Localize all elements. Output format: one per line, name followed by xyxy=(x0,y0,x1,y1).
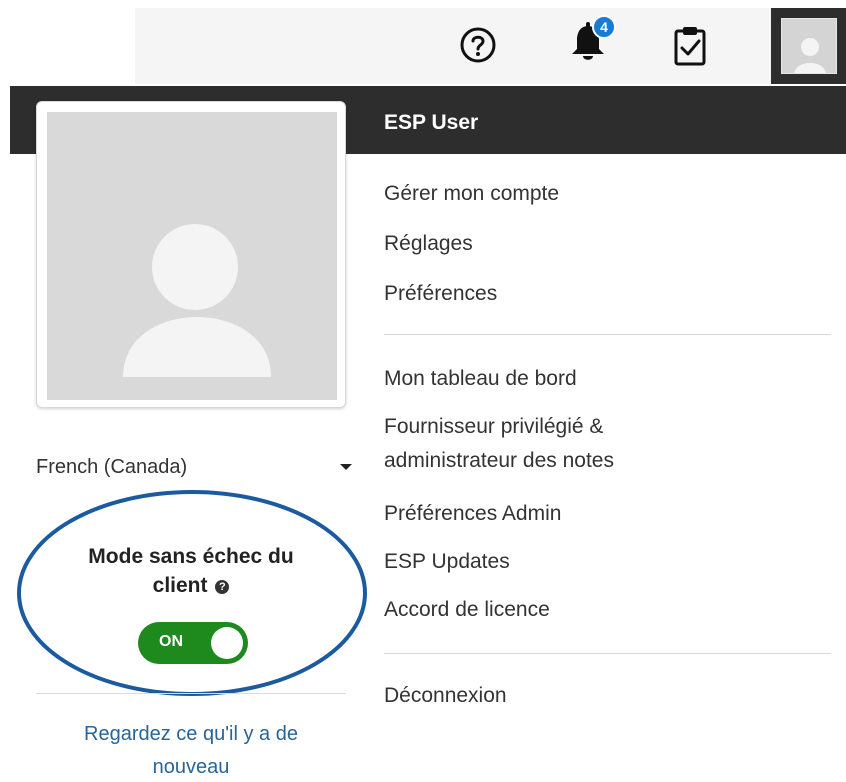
help-icon[interactable] xyxy=(457,24,499,66)
whats-new-link[interactable]: Regardez ce qu'il y a de nouveau xyxy=(36,718,346,782)
user-avatar-button[interactable] xyxy=(771,8,846,84)
menu-item-manage-account[interactable]: Gérer mon compte xyxy=(384,177,559,211)
user-silhouette-icon xyxy=(123,224,271,377)
menu-item-esp-updates[interactable]: ESP Updates xyxy=(384,545,510,579)
help-circle-icon[interactable]: ? xyxy=(215,580,230,594)
menu-item-dashboard[interactable]: Mon tableau de bord xyxy=(384,362,577,396)
menu-item-license[interactable]: Accord de licence xyxy=(384,593,550,627)
username: ESP User xyxy=(384,111,479,134)
user-avatar-icon xyxy=(780,18,837,74)
safe-mode-title: Mode sans échec du client ? xyxy=(88,545,294,597)
top-bar: 4 xyxy=(0,0,846,86)
caret-down-icon xyxy=(340,464,352,470)
profile-photo-placeholder xyxy=(47,112,337,400)
menu-item-preferences[interactable]: Préférences xyxy=(384,277,497,311)
clipboard-check-icon[interactable] xyxy=(670,24,710,68)
notification-count-badge: 4 xyxy=(592,15,616,39)
menu-item-settings[interactable]: Réglages xyxy=(384,227,473,261)
menu-item-preferred-vendor[interactable]: Fournisseur privilégié & administrateur … xyxy=(384,410,614,478)
menu-divider xyxy=(384,334,831,335)
language-select-value: French (Canada) xyxy=(36,455,188,478)
language-select[interactable]: French (Canada) xyxy=(36,448,354,486)
menu-item-logout[interactable]: Déconnexion xyxy=(384,679,507,713)
profile-photo-card[interactable] xyxy=(36,101,346,408)
left-divider xyxy=(36,693,346,694)
safe-mode-toggle[interactable]: ON xyxy=(138,622,248,664)
menu-divider xyxy=(384,653,831,654)
toggle-knob xyxy=(211,627,243,659)
safe-mode-toggle-label: ON xyxy=(159,633,183,650)
menu-item-admin-preferences[interactable]: Préférences Admin xyxy=(384,497,561,531)
